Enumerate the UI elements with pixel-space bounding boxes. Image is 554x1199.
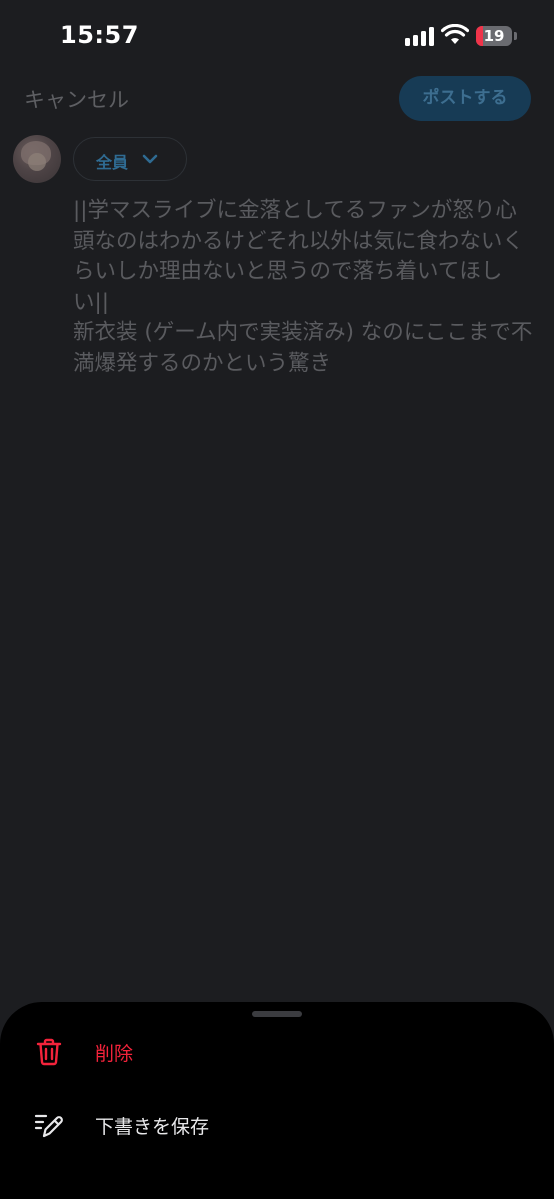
status-bar: 15:57 19 <box>0 0 554 72</box>
save-draft-menu-item[interactable]: 下書きを保存 <box>0 1095 554 1155</box>
audience-label: 全員 <box>96 153 129 172</box>
cancel-button[interactable]: キャンセル <box>24 84 129 114</box>
chevron-down-icon <box>142 154 158 164</box>
compose-screen: 15:57 19 キャンセル ポストする 全員 ||学マスライブに金落としてるフ… <box>0 0 554 1199</box>
draft-text-area[interactable]: ||学マスライブに金落としてるファンが怒り心頭なのはわかるけどそれ以外は気に食わ… <box>73 196 533 379</box>
status-time: 15:57 <box>60 21 139 49</box>
avatar[interactable] <box>13 135 61 183</box>
battery-cap <box>514 32 517 40</box>
signal-icon <box>405 26 435 46</box>
trash-icon <box>36 1038 62 1066</box>
post-button[interactable]: ポストする <box>399 76 531 121</box>
save-draft-label: 下書きを保存 <box>95 1116 210 1138</box>
edit-pen-icon <box>34 1114 63 1138</box>
battery-level: 19 <box>483 27 505 45</box>
action-sheet: 削除 下書きを保存 <box>0 1002 554 1199</box>
battery-icon: 19 <box>476 26 512 46</box>
audience-selector[interactable]: 全員 <box>73 137 187 181</box>
delete-menu-item[interactable]: 削除 <box>0 1022 554 1082</box>
wifi-icon <box>441 24 469 44</box>
delete-label: 削除 <box>95 1043 134 1065</box>
home-indicator[interactable] <box>186 1185 368 1191</box>
sheet-handle[interactable] <box>252 1011 302 1017</box>
